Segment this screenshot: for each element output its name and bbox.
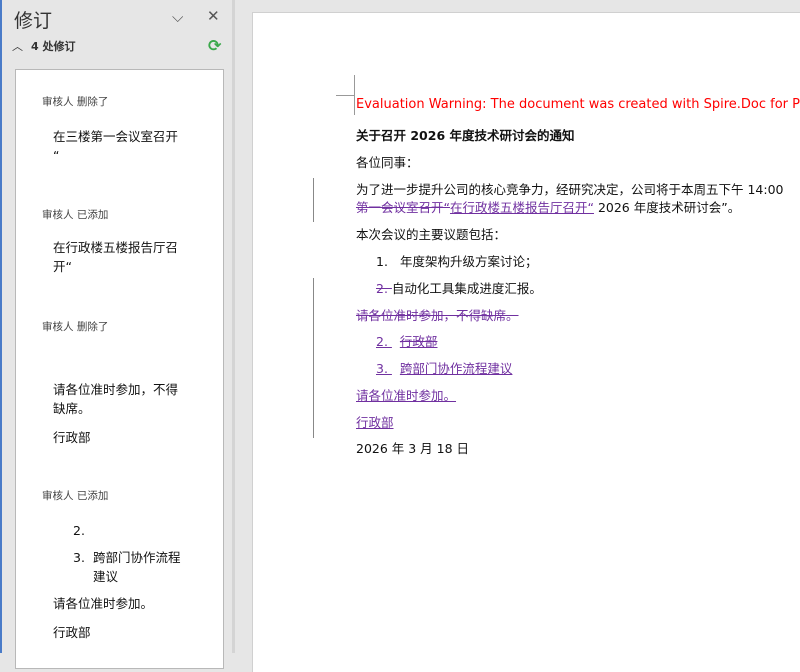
body-line-1: 为了进一步提升公司的核心竞争力，经研究决定，公司将于本周五下午 14:00 (356, 182, 784, 197)
deleted-text[interactable]: 2. (376, 281, 392, 296)
crop-mark (354, 75, 355, 115)
chevron-down-icon[interactable]: ⌵ (172, 8, 183, 26)
revision-text[interactable]: 在三楼第一会议室召开 “ (53, 127, 178, 165)
revision-meta: 审核人 已添加 (42, 490, 109, 502)
body-line-2: 第一会议室召开“在行政楼五楼报告厅召开“ 2026 年度技术研讨会”。 (356, 200, 741, 215)
list-item: 1. 年度架构升级方案讨论； (376, 254, 538, 269)
revision-bar (313, 178, 314, 222)
inserted-list-item[interactable]: 3. 跨部门协作流程建议 (376, 358, 512, 377)
topics-intro: 本次会议的主要议题包括： (356, 227, 507, 242)
document-date: 2026 年 3 月 18 日 (356, 441, 470, 456)
inserted-paragraph[interactable]: 请各位准时参加。 (356, 385, 456, 404)
revision-meta: 审核人 已添加 (42, 209, 109, 221)
inserted-text[interactable]: 在行政楼五楼报告厅召开“ (450, 200, 594, 215)
inserted-signature[interactable]: 行政部 (356, 412, 394, 431)
evaluation-warning: Evaluation Warning: The document was cre… (356, 97, 800, 112)
deleted-paragraph[interactable]: 请各位准时参加，不得缺席。 (356, 305, 519, 324)
crop-mark (336, 95, 354, 96)
revision-count: 4 处修订 (31, 40, 76, 53)
revision-text[interactable]: 在行政楼五楼报告厅召 开“ (53, 238, 178, 276)
refresh-icon[interactable]: ⟳ (208, 36, 221, 55)
close-icon[interactable]: ✕ (207, 7, 220, 25)
chevron-up-icon: ︿ (12, 40, 23, 53)
revision-text[interactable]: 2. 3. 跨部门协作流程 建议 请各位准时参加。 行政部 (53, 521, 218, 642)
revision-bar (313, 278, 314, 438)
revision-meta: 审核人 删除了 (42, 321, 109, 333)
revision-count-toggle[interactable]: ︿ 4 处修订 (12, 38, 75, 54)
pane-splitter[interactable] (232, 0, 235, 653)
document-title: 关于召开 2026 年度技术研讨会的通知 (356, 128, 575, 143)
revision-meta: 审核人 删除了 (42, 96, 109, 108)
greeting: 各位同事： (356, 155, 419, 170)
revision-text[interactable]: 请各位准时参加，不得 缺席。 行政部 (53, 380, 178, 447)
document-page[interactable]: Evaluation Warning: The document was cre… (252, 12, 800, 672)
revision-list[interactable]: 审核人 删除了 在三楼第一会议室召开 “ 审核人 已添加 在行政楼五楼报告厅召 开“… (15, 69, 224, 669)
pane-title: 修订 (14, 10, 53, 32)
revisions-pane: 修订 ⌵ ✕ ︿ 4 处修订 ⟳ 审核人 删除了 在三楼第一会议室召开 “ 审核人 … (0, 0, 232, 669)
list-item: 2. 自动化工具集成进度汇报。 (376, 281, 542, 296)
inserted-list-item[interactable]: 2. 行政部 (376, 331, 437, 350)
deleted-text[interactable]: 第一会议室召开“ (356, 200, 450, 215)
